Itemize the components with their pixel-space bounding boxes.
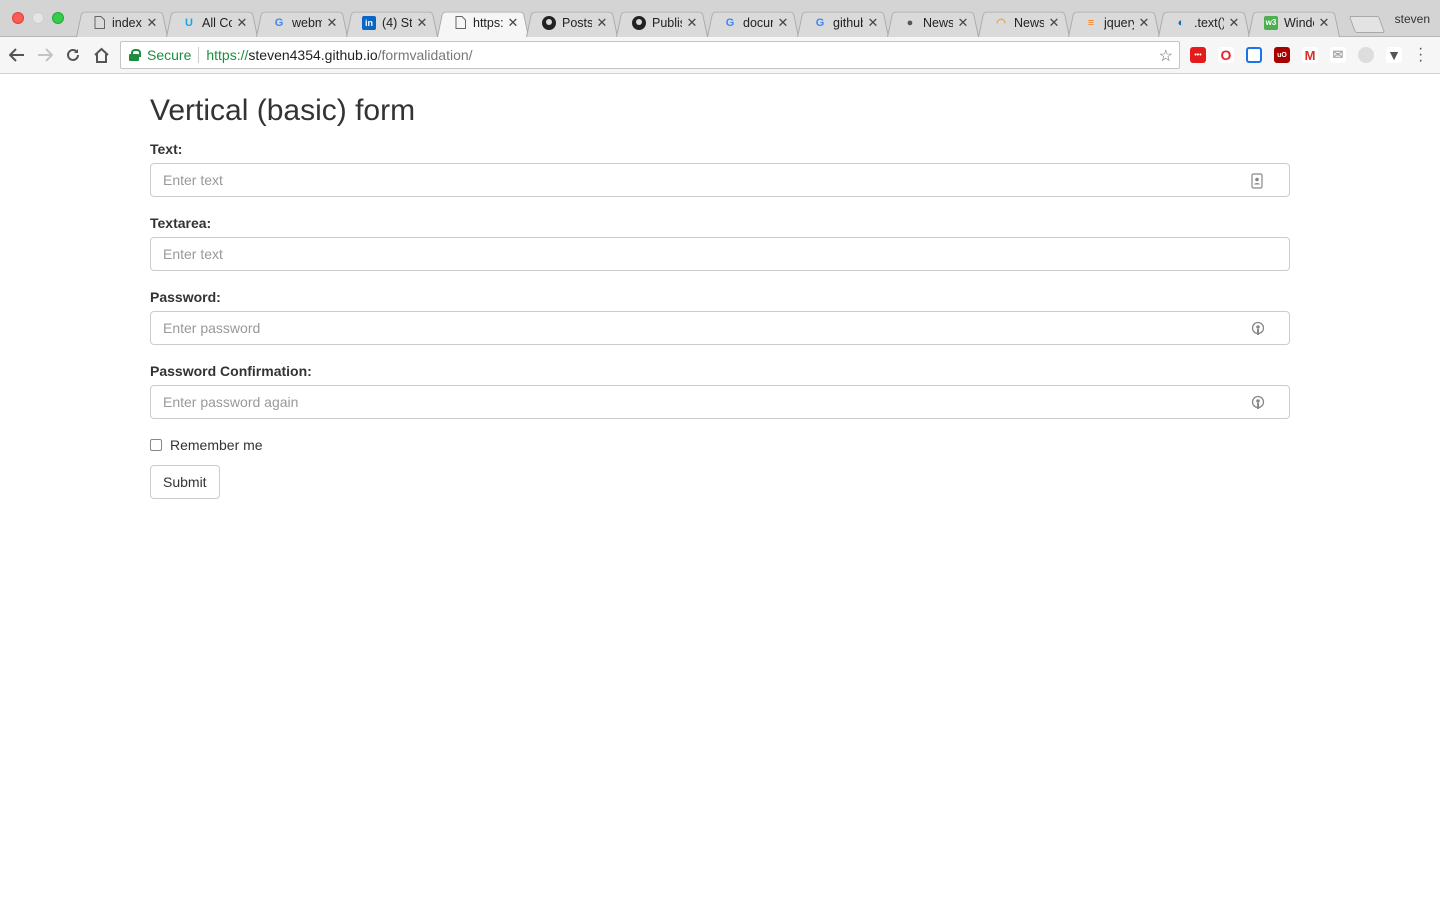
contact-card-icon[interactable] bbox=[1251, 173, 1265, 189]
text-input[interactable] bbox=[151, 164, 1289, 196]
password-confirmation-field-wrapper bbox=[150, 385, 1290, 419]
page-title: Vertical (basic) form bbox=[150, 94, 416, 127]
submit-button[interactable]: Submit bbox=[150, 465, 220, 499]
close-tab-icon[interactable]: ✕ bbox=[236, 15, 248, 31]
gmail-icon[interactable]: M bbox=[1302, 47, 1318, 63]
profile-name[interactable]: steven bbox=[1395, 12, 1430, 26]
browser-tab[interactable]: ◠ News ✕ bbox=[978, 8, 1070, 37]
password-key-icon[interactable] bbox=[1251, 395, 1265, 411]
browser-tab[interactable]: Publis ✕ bbox=[616, 8, 708, 37]
mail-icon[interactable]: ✉ bbox=[1330, 47, 1346, 63]
w3-icon: w3 bbox=[1264, 15, 1278, 30]
window-minimize-button[interactable] bbox=[32, 12, 44, 24]
close-tab-icon[interactable]: ✕ bbox=[1228, 15, 1240, 31]
udacity-icon: U bbox=[185, 16, 193, 29]
close-tab-icon[interactable]: ✕ bbox=[596, 15, 608, 31]
more-menu-icon[interactable]: · · · bbox=[1418, 41, 1423, 69]
bulb-icon: ● bbox=[906, 16, 914, 29]
divider bbox=[198, 47, 200, 63]
url-scheme: https:// bbox=[206, 47, 249, 63]
password-confirmation-input[interactable] bbox=[151, 386, 1289, 418]
secure-label: Secure bbox=[147, 47, 192, 63]
close-tab-icon[interactable]: ✕ bbox=[146, 15, 158, 31]
bookmark-star-icon[interactable]: ☆ bbox=[1159, 46, 1173, 66]
lock-icon bbox=[129, 49, 141, 61]
close-tab-icon[interactable]: ✕ bbox=[1138, 15, 1150, 31]
browser-tab[interactable]: index. ✕ bbox=[76, 8, 168, 37]
remember-me-checkbox[interactable] bbox=[150, 439, 162, 451]
browser-tab[interactable]: ≡ jquery ✕ bbox=[1068, 8, 1160, 37]
lastpass-icon[interactable]: ••• bbox=[1190, 47, 1206, 63]
window-maximize-button[interactable] bbox=[52, 12, 64, 24]
close-tab-icon[interactable]: ✕ bbox=[1048, 15, 1060, 31]
browser-tab[interactable]: Posts ✕ bbox=[526, 8, 618, 37]
close-tab-icon[interactable]: ✕ bbox=[416, 15, 428, 31]
github-icon bbox=[542, 15, 556, 30]
extension-icon[interactable] bbox=[1358, 47, 1374, 63]
close-tab-icon[interactable]: ✕ bbox=[957, 15, 969, 31]
close-tab-icon[interactable]: ✕ bbox=[507, 15, 519, 31]
close-tab-icon[interactable]: ✕ bbox=[777, 15, 789, 31]
new-tab-button[interactable] bbox=[1348, 16, 1386, 33]
textarea-group: Textarea: bbox=[150, 215, 1290, 271]
browser-tab[interactable]: in (4) Ste ✕ bbox=[346, 8, 438, 37]
rainbow-icon: ◠ bbox=[996, 17, 1006, 29]
browser-tab[interactable]: G docum ✕ bbox=[707, 8, 799, 37]
tab-strip: index. ✕ U All Cou ✕ G webm ✕ in (4) Ste… bbox=[0, 0, 1440, 37]
filter-icon[interactable]: ▼ bbox=[1386, 47, 1402, 63]
textarea-input[interactable] bbox=[151, 238, 1289, 270]
back-arrow-icon[interactable] bbox=[7, 45, 27, 65]
url-path: /formvalidation/ bbox=[377, 47, 473, 63]
textarea-field-wrapper bbox=[150, 237, 1290, 271]
remember-me-label[interactable]: Remember me bbox=[170, 437, 263, 453]
reload-icon[interactable] bbox=[63, 45, 83, 65]
submit-row: Submit bbox=[150, 465, 1290, 499]
page-icon bbox=[453, 16, 467, 30]
url-host: steven4354.github.io bbox=[248, 47, 378, 63]
window-close-button[interactable] bbox=[12, 12, 24, 24]
browser-tab[interactable]: G github ✕ bbox=[797, 8, 889, 37]
close-tab-icon[interactable]: ✕ bbox=[686, 15, 698, 31]
password-key-icon[interactable] bbox=[1251, 321, 1265, 337]
linkedin-icon: in bbox=[362, 15, 376, 30]
textarea-label: Textarea: bbox=[150, 215, 212, 231]
password-field-wrapper bbox=[150, 311, 1290, 345]
close-tab-icon[interactable]: ✕ bbox=[867, 15, 879, 31]
text-label: Text: bbox=[150, 141, 183, 157]
browser-tab-active[interactable]: https:/ ✕ bbox=[437, 8, 529, 37]
browser-tab[interactable]: G webm ✕ bbox=[256, 8, 348, 37]
text-group: Text: bbox=[150, 141, 1290, 197]
text-field-wrapper bbox=[150, 163, 1290, 197]
google-icon: G bbox=[274, 16, 284, 29]
browser-tab[interactable]: w3 Windo ✕ bbox=[1248, 8, 1340, 37]
form-page: Vertical (basic) form Text: Textarea: Pa… bbox=[150, 74, 1290, 499]
browser-toolbar: Secure https://steven4354.github.io/form… bbox=[0, 37, 1440, 74]
screenshot-icon[interactable] bbox=[1246, 47, 1262, 63]
password-input[interactable] bbox=[151, 312, 1289, 344]
address-bar[interactable]: Secure https://steven4354.github.io/form… bbox=[120, 41, 1180, 69]
browser-tab[interactable]: U All Cou ✕ bbox=[166, 8, 258, 37]
opera-icon[interactable]: O bbox=[1218, 47, 1234, 63]
password-confirmation-label: Password Confirmation: bbox=[150, 363, 312, 379]
ublock-icon[interactable]: uO bbox=[1274, 47, 1290, 63]
remember-me-row: Remember me bbox=[150, 437, 1290, 453]
google-icon: G bbox=[725, 16, 735, 29]
forward-arrow-icon[interactable] bbox=[35, 45, 55, 65]
browser-tab[interactable]: ◐ .text() ✕ bbox=[1158, 8, 1250, 37]
password-label: Password: bbox=[150, 289, 221, 305]
password-group: Password: bbox=[150, 289, 1290, 345]
home-icon[interactable] bbox=[91, 45, 111, 65]
page-icon bbox=[92, 16, 106, 30]
jquery-icon: ◐ bbox=[1177, 16, 1185, 29]
password-confirmation-group: Password Confirmation: bbox=[150, 363, 1290, 419]
close-tab-icon[interactable]: ✕ bbox=[1318, 15, 1330, 31]
google-icon: G bbox=[815, 16, 825, 29]
close-tab-icon[interactable]: ✕ bbox=[326, 15, 338, 31]
browser-tab[interactable]: ● News ✕ bbox=[887, 8, 979, 37]
github-icon bbox=[632, 15, 646, 30]
stackoverflow-icon: ≡ bbox=[1087, 16, 1095, 29]
